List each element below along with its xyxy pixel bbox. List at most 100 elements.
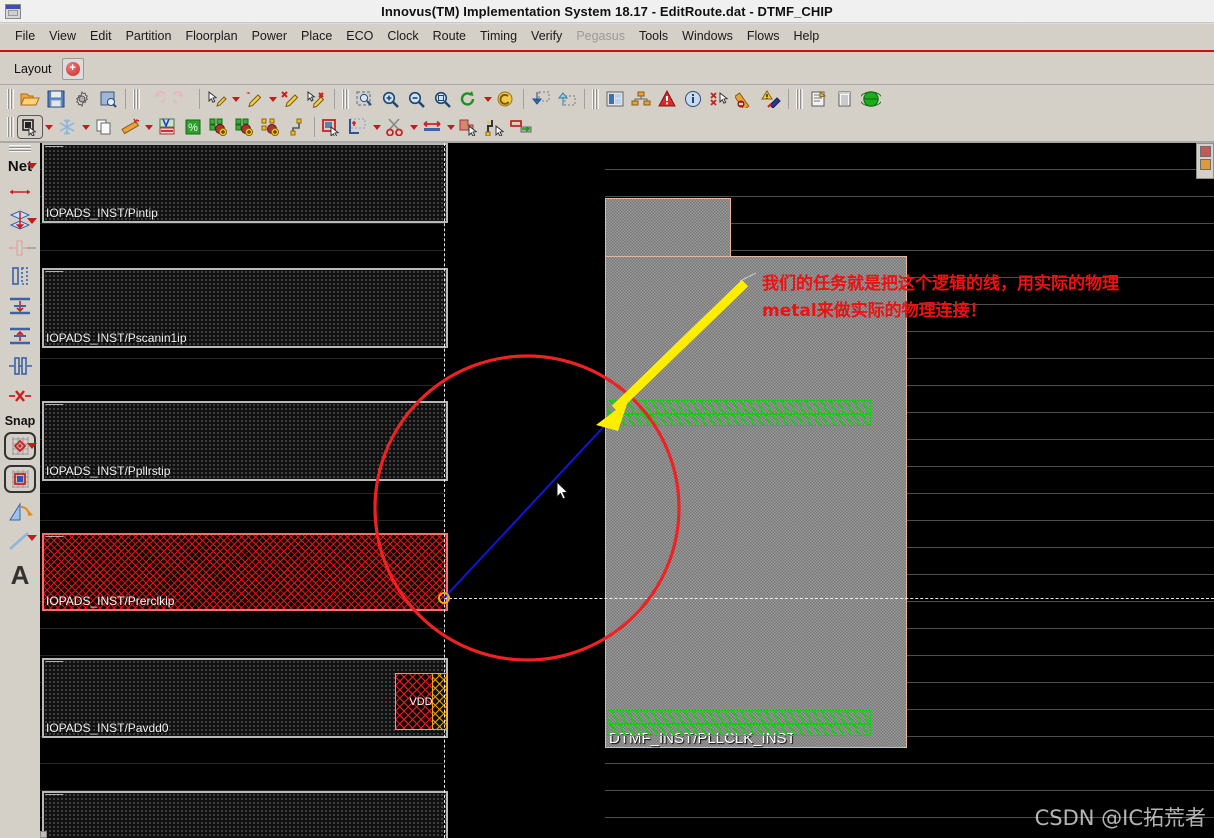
stretch-wire-icon[interactable] [419,115,445,139]
snap-grid-dropdown-icon[interactable] [27,443,37,449]
bend-wire-icon[interactable] [284,115,310,139]
layer-color-palette[interactable] [1196,143,1214,179]
zoom-in-icon[interactable] [378,87,404,111]
iopad-cell[interactable]: IOPADS_INST/Ppllrstip [40,401,448,481]
layout-canvas[interactable]: IOPADS_INST/Pintip IOPADS_INST/Pscanin1i… [40,143,1214,838]
refresh-icon[interactable] [493,87,519,111]
edit-select-box-icon[interactable] [319,115,345,139]
route-attr-icon[interactable] [154,115,180,139]
toolbar2-grip[interactable] [7,117,14,137]
select-delete-icon[interactable] [304,87,330,111]
menu-view[interactable]: View [42,27,83,45]
design-browser-icon[interactable] [95,87,121,111]
wire-bottom-icon[interactable] [3,321,37,351]
menu-edit[interactable]: Edit [83,27,119,45]
select-mode-icon[interactable] [17,115,43,139]
open-folder-icon[interactable] [17,87,43,111]
palette-swatch-red[interactable] [1199,146,1211,157]
add-via3-icon[interactable] [258,115,284,139]
menu-power[interactable]: Power [245,27,294,45]
menu-place[interactable]: Place [294,27,339,45]
pll-pin-bottom[interactable] [607,710,871,736]
ruler-icon[interactable] [732,87,758,111]
wire-pair-icon[interactable] [3,351,37,381]
add-jog-icon[interactable] [482,115,508,139]
stretch-wire-dropdown[interactable] [445,116,456,138]
pll-macro-body[interactable]: DTMF_INST/PLLCLK_INST [605,256,907,748]
menu-floorplan[interactable]: Floorplan [178,27,244,45]
snap-box-icon[interactable] [4,465,36,493]
toolbar-grip-3[interactable] [342,89,349,109]
toolbar-grip-2[interactable] [133,89,140,109]
menu-timing[interactable]: Timing [473,27,524,45]
zoom-previous-icon[interactable] [528,87,554,111]
canvas-scroll-corner[interactable] [40,831,47,838]
iopad-cell[interactable]: VDD IOPADS_INST/Pavdd0 [40,658,448,738]
cut-wire-icon[interactable] [382,115,408,139]
zoom-fit-icon[interactable] [352,87,378,111]
sidebar-grip[interactable] [9,145,31,152]
vdd-pin[interactable]: VDD [395,673,447,730]
menu-clock[interactable]: Clock [380,27,425,45]
select-edit-dropdown[interactable] [230,88,241,110]
add-via2-icon[interactable] [232,115,258,139]
redraw-dropdown[interactable] [482,88,493,110]
text-tool-icon[interactable]: A [11,560,30,591]
snowflake-dropdown[interactable] [80,116,91,138]
toolbar-grip[interactable] [7,89,14,109]
log-icon[interactable] [832,87,858,111]
report-icon[interactable] [806,87,832,111]
sidebar-line-dropdown-icon[interactable] [27,535,37,542]
net-mode-icon[interactable] [3,177,37,207]
menu-tools[interactable]: Tools [632,27,675,45]
percent-icon[interactable]: % [180,115,206,139]
menu-eco[interactable]: ECO [339,27,380,45]
swap-route-icon[interactable] [508,115,534,139]
menu-verify[interactable]: Verify [524,27,569,45]
ruler-dropdown[interactable] [143,116,154,138]
clear-markers-icon[interactable] [706,87,732,111]
iopad-cell[interactable]: IOPADS_INST/Pscanin1ip [40,268,448,348]
iopad-cell-selected[interactable]: IOPADS_INST/Prerclkip [40,533,448,611]
select-edit-icon[interactable] [204,87,230,111]
place-pin-icon[interactable] [345,115,371,139]
save-icon[interactable] [43,87,69,111]
wire-top-icon[interactable] [3,291,37,321]
violation-icon[interactable] [654,87,680,111]
menu-route[interactable]: Route [426,27,473,45]
redraw-icon[interactable] [456,87,482,111]
zoom-out-icon[interactable] [404,87,430,111]
ruler-measure-icon[interactable] [117,115,143,139]
menu-help[interactable]: Help [787,27,827,45]
toolbar-grip-5[interactable] [796,89,803,109]
info-icon[interactable] [680,87,706,111]
edit-wire-icon[interactable] [241,87,267,111]
sidebar-layer-dropdown-icon[interactable] [27,218,37,224]
zoom-selected-icon[interactable] [430,87,456,111]
delete-x-icon[interactable] [3,381,37,411]
menu-windows[interactable]: Windows [675,27,740,45]
menu-partition[interactable]: Partition [119,27,179,45]
panel-icon[interactable] [602,87,628,111]
delete-wire-icon[interactable] [278,87,304,111]
toolbar-grip-4[interactable] [592,89,599,109]
iopad-cell[interactable]: IOPADS_INST/Pintip [40,143,448,223]
edit-wire-dropdown[interactable] [267,88,278,110]
menu-flows[interactable]: Flows [740,27,787,45]
wire-icon[interactable] [3,261,37,291]
zoom-next-icon[interactable] [554,87,580,111]
gear-icon[interactable] [69,87,95,111]
tab-layout[interactable]: Layout [6,59,60,79]
sidebar-mode-dropdown-icon[interactable] [27,163,37,169]
hierarchy-icon[interactable] [628,87,654,111]
place-pin-dropdown[interactable] [371,116,382,138]
add-via-icon[interactable] [206,115,232,139]
mirror-icon[interactable] [3,497,37,527]
pll-pin-top[interactable] [607,400,871,426]
copy-icon[interactable] [91,115,117,139]
move-wire-icon[interactable] [456,115,482,139]
highlight-violation-icon[interactable] [758,87,784,111]
snowflake-icon[interactable] [54,115,80,139]
cut-wire-dropdown[interactable] [408,116,419,138]
iopad-cell[interactable] [40,791,448,838]
